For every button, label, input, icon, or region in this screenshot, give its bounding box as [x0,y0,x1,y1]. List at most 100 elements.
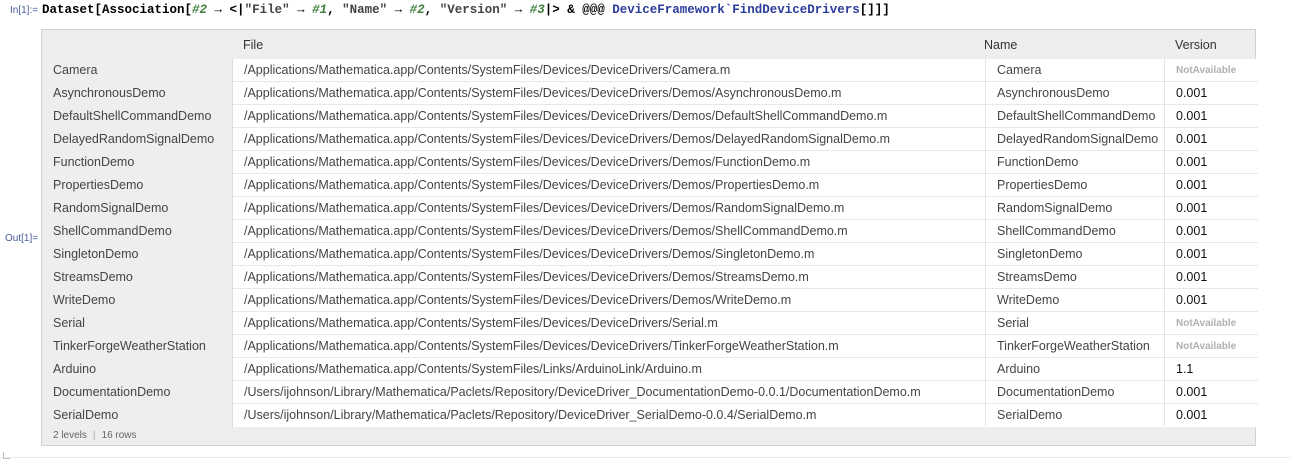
column-header-file[interactable]: File [243,30,263,59]
row-key[interactable]: PropertiesDemo [53,174,143,197]
file-cell[interactable]: /Applications/Mathematica.app/Contents/S… [244,289,972,311]
table-row[interactable]: /Applications/Mathematica.app/Contents/S… [233,82,1258,105]
name-cell[interactable]: Arduino [985,358,1172,380]
row-key[interactable]: StreamsDemo [53,266,133,289]
row-key[interactable]: FunctionDemo [53,151,134,174]
name-cell[interactable]: TinkerForgeWeatherStation [985,335,1172,357]
version-cell[interactable]: 0.001 [1164,404,1270,426]
name-cell[interactable]: PropertiesDemo [985,174,1172,196]
version-cell[interactable]: 0.001 [1164,197,1270,219]
version-cell[interactable]: 0.001 [1164,128,1270,150]
table-row[interactable]: /Users/ijohnson/Library/Mathematica/Pacl… [233,404,1258,427]
version-cell[interactable]: 0.001 [1164,243,1270,265]
input-token: Dataset[Association[ [42,3,193,17]
version-cell[interactable]: 0.001 [1164,151,1270,173]
levels-count[interactable]: 2 levels [53,430,87,441]
version-cell[interactable]: 0.001 [1164,289,1270,311]
table-row[interactable]: /Applications/Mathematica.app/Contents/S… [233,151,1258,174]
version-cell[interactable]: 0.001 [1164,174,1270,196]
cell-bracket-icon [3,452,10,459]
column-header-version[interactable]: Version [1175,30,1217,59]
row-key[interactable]: Camera [53,59,97,82]
table-row[interactable]: /Applications/Mathematica.app/Contents/S… [233,243,1258,266]
cell-insertion-line[interactable] [0,457,1291,458]
name-cell[interactable]: AsynchronousDemo [985,82,1172,104]
name-cell[interactable]: Serial [985,312,1172,334]
input-token: → <| [207,3,245,17]
name-cell[interactable]: DelayedRandomSignalDemo [985,128,1172,150]
file-cell[interactable]: /Applications/Mathematica.app/Contents/S… [244,128,972,150]
table-row[interactable]: /Applications/Mathematica.app/Contents/S… [233,312,1258,335]
row-key[interactable]: Arduino [53,358,96,381]
file-cell[interactable]: /Applications/Mathematica.app/Contents/S… [244,59,972,81]
file-cell[interactable]: /Applications/Mathematica.app/Contents/S… [244,358,972,380]
row-key[interactable]: WriteDemo [53,289,115,312]
input-expression[interactable]: Dataset[Association[#2 → <|"File" → #1, … [42,3,890,17]
table-row[interactable]: /Applications/Mathematica.app/Contents/S… [233,59,1258,82]
row-key[interactable]: SerialDemo [53,404,118,427]
table-row[interactable]: /Applications/Mathematica.app/Contents/S… [233,266,1258,289]
name-cell[interactable]: WriteDemo [985,289,1172,311]
input-slot: #1 [312,3,328,17]
version-missing-cell[interactable]: NotAvailable [1164,312,1270,334]
name-cell[interactable]: RandomSignalDemo [985,197,1172,219]
file-cell[interactable]: /Users/ijohnson/Library/Mathematica/Pacl… [244,404,972,426]
name-cell[interactable]: DocumentationDemo [985,381,1172,403]
table-row[interactable]: /Applications/Mathematica.app/Contents/S… [233,197,1258,220]
name-cell[interactable]: SingletonDemo [985,243,1172,265]
file-cell[interactable]: /Applications/Mathematica.app/Contents/S… [244,312,972,334]
file-cell[interactable]: /Applications/Mathematica.app/Contents/S… [244,105,972,127]
input-symbol: DeviceFramework`FindDeviceDrivers [612,3,860,17]
row-key[interactable]: AsynchronousDemo [53,82,166,105]
row-key[interactable]: DelayedRandomSignalDemo [53,128,214,151]
input-string: "Name" [342,3,388,17]
name-cell[interactable]: SerialDemo [985,404,1172,426]
file-cell[interactable]: /Applications/Mathematica.app/Contents/S… [244,174,972,196]
row-key[interactable]: RandomSignalDemo [53,197,168,220]
row-key[interactable]: TinkerForgeWeatherStation [53,335,206,358]
table-row[interactable]: /Applications/Mathematica.app/Contents/S… [233,105,1258,128]
input-slot: #2 [409,3,425,17]
column-header-name[interactable]: Name [984,30,1017,59]
file-cell[interactable]: /Applications/Mathematica.app/Contents/S… [244,266,972,288]
row-key[interactable]: DefaultShellCommandDemo [53,105,211,128]
name-cell[interactable]: FunctionDemo [985,151,1172,173]
name-cell[interactable]: ShellCommandDemo [985,220,1172,242]
table-row[interactable]: /Users/ijohnson/Library/Mathematica/Pacl… [233,381,1258,404]
version-cell[interactable]: 0.001 [1164,82,1270,104]
input-token: |> & @@@ [544,3,613,17]
table-row[interactable]: /Applications/Mathematica.app/Contents/S… [233,358,1258,381]
version-cell[interactable]: 1.1 [1164,358,1270,380]
input-slot: #3 [529,3,545,17]
version-cell[interactable]: 0.001 [1164,105,1270,127]
file-cell[interactable]: /Applications/Mathematica.app/Contents/S… [244,82,972,104]
file-cell[interactable]: /Applications/Mathematica.app/Contents/S… [244,220,972,242]
row-key[interactable]: Serial [53,312,85,335]
name-cell[interactable]: Camera [985,59,1172,81]
version-missing-cell[interactable]: NotAvailable [1164,335,1270,357]
name-cell[interactable]: DefaultShellCommandDemo [985,105,1172,127]
footer-separator: | [92,430,96,441]
dataset-output: File Name Version Camera AsynchronousDemo… [41,29,1258,446]
row-key[interactable]: DocumentationDemo [53,381,170,404]
file-cell[interactable]: /Applications/Mathematica.app/Contents/S… [244,335,972,357]
input-token: , [327,3,343,17]
input-slot: #2 [192,3,208,17]
file-cell[interactable]: /Applications/Mathematica.app/Contents/S… [244,151,972,173]
file-cell[interactable]: /Applications/Mathematica.app/Contents/S… [244,197,972,219]
table-row[interactable]: /Applications/Mathematica.app/Contents/S… [233,335,1258,358]
row-key[interactable]: ShellCommandDemo [53,220,172,243]
version-cell[interactable]: 0.001 [1164,266,1270,288]
version-cell[interactable]: 0.001 [1164,220,1270,242]
table-row[interactable]: /Applications/Mathematica.app/Contents/S… [233,174,1258,197]
table-row[interactable]: /Applications/Mathematica.app/Contents/S… [233,128,1258,151]
name-cell[interactable]: StreamsDemo [985,266,1172,288]
file-cell[interactable]: /Applications/Mathematica.app/Contents/S… [244,243,972,265]
table-row[interactable]: /Applications/Mathematica.app/Contents/S… [233,220,1258,243]
row-key[interactable]: SingletonDemo [53,243,138,266]
version-cell[interactable]: 0.001 [1164,381,1270,403]
version-missing-cell[interactable]: NotAvailable [1164,59,1270,81]
input-cell-label: In[1]:= [10,5,39,16]
table-row[interactable]: /Applications/Mathematica.app/Contents/S… [233,289,1258,312]
file-cell[interactable]: /Users/ijohnson/Library/Mathematica/Pacl… [244,381,972,403]
